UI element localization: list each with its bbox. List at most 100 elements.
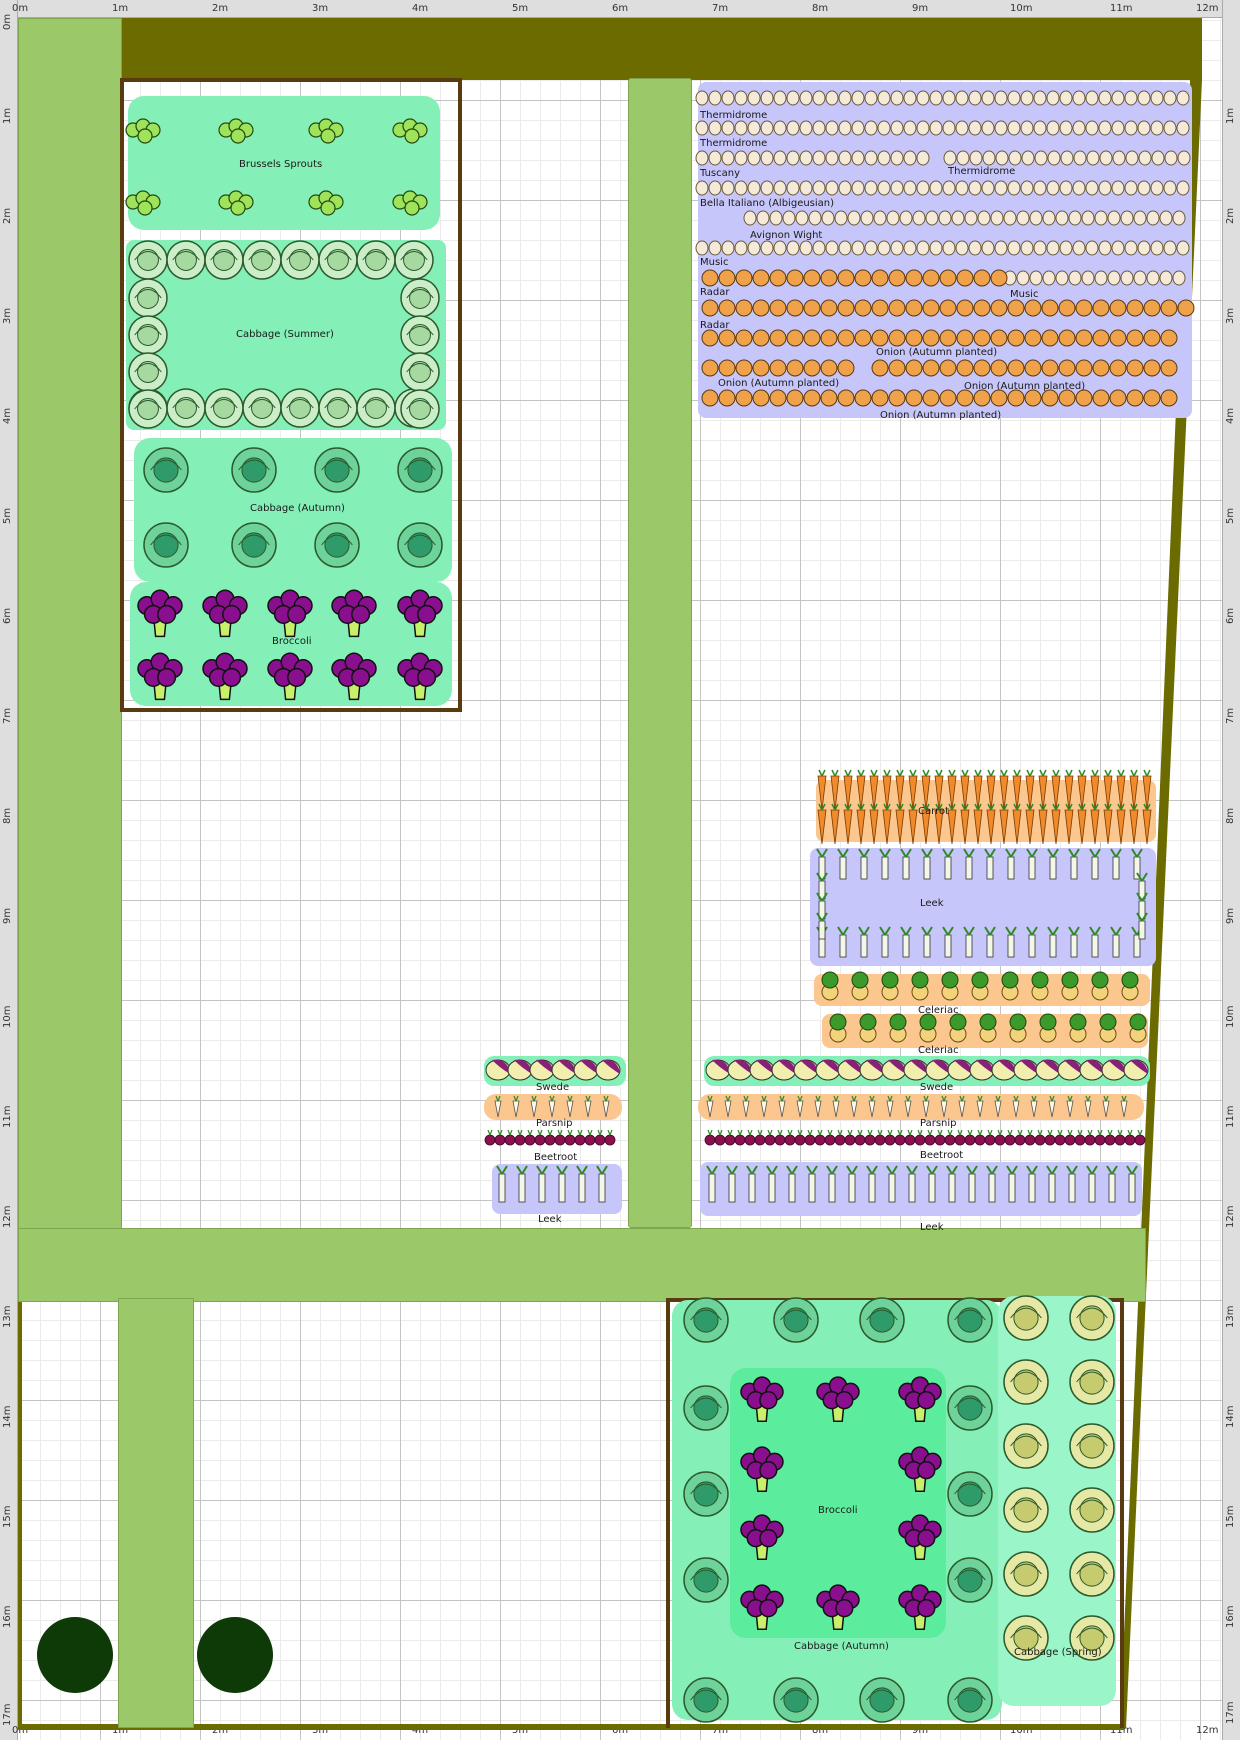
carrot-icon — [960, 803, 970, 845]
parsnip-icon — [706, 1095, 714, 1118]
broccoli-icon — [202, 589, 248, 638]
beetroot-icon — [804, 1129, 816, 1146]
garlic-icon — [743, 210, 757, 226]
garlic-icon — [890, 90, 904, 106]
garlic-icon — [812, 120, 826, 136]
parsnip-icon — [494, 1095, 502, 1118]
cabbage-icon — [204, 240, 244, 280]
beetroot-icon — [934, 1129, 946, 1146]
carrot-icon — [986, 803, 996, 845]
garlic-icon — [773, 180, 787, 196]
cabbage-icon — [397, 522, 443, 568]
onion-icon — [1143, 329, 1161, 347]
onion-icon — [871, 329, 889, 347]
leek-icon — [906, 1165, 918, 1203]
cabbage-icon — [394, 240, 434, 280]
onion-icon — [1058, 359, 1076, 377]
swede-icon — [507, 1059, 533, 1081]
carrot-icon — [1090, 803, 1100, 845]
garlic-icon — [1137, 240, 1151, 256]
cabbage-icon — [859, 1297, 905, 1343]
onion-icon — [922, 359, 940, 377]
garlic-icon — [812, 180, 826, 196]
garlic-icon — [1177, 150, 1191, 166]
onion-icon — [973, 299, 991, 317]
garlic-icon — [1150, 90, 1164, 106]
beetroot-icon — [974, 1129, 986, 1146]
onion-icon — [1092, 389, 1110, 407]
beetroot-icon — [554, 1129, 566, 1146]
garlic-icon — [1150, 120, 1164, 136]
swede-icon — [573, 1059, 599, 1081]
garlic-icon — [773, 240, 787, 256]
beetroot-icon — [1014, 1129, 1026, 1146]
carrot-icon — [1051, 803, 1061, 845]
garlic-icon — [1176, 90, 1190, 106]
garlic-icon — [981, 120, 995, 136]
garlic-icon — [708, 90, 722, 106]
onion-icon — [769, 329, 787, 347]
carrot-icon — [843, 803, 853, 845]
garlic-icon — [695, 120, 709, 136]
garlic-icon — [1107, 210, 1121, 226]
celeriac-icon — [1001, 971, 1019, 1001]
onion-icon — [1092, 299, 1110, 317]
carrot-icon — [1012, 803, 1022, 845]
swede-icon — [749, 1059, 775, 1081]
onion-icon — [888, 299, 906, 317]
brussels-sprout-icon — [392, 118, 428, 144]
onion-icon — [888, 329, 906, 347]
garlic-icon — [838, 120, 852, 136]
label-onion-row: Onion (Autumn planted) — [718, 378, 840, 389]
onion-icon — [888, 389, 906, 407]
parsnip-icon — [778, 1095, 786, 1118]
garlic-icon — [760, 180, 774, 196]
garlic-icon — [1008, 150, 1022, 166]
garlic-icon — [734, 120, 748, 136]
garlic-icon — [747, 180, 761, 196]
carrot-icon — [856, 803, 866, 845]
label-parsnip-left: Parsnip — [536, 1118, 573, 1129]
onion-icon — [735, 359, 753, 377]
garlic-icon — [981, 240, 995, 256]
onion-icon — [820, 389, 838, 407]
onion-icon — [939, 329, 957, 347]
onion-icon — [990, 359, 1008, 377]
onion-icon — [922, 389, 940, 407]
garlic-icon — [956, 150, 970, 166]
cabbage-icon — [683, 1471, 729, 1517]
garlic-icon — [877, 150, 891, 166]
garlic-icon — [943, 150, 957, 166]
onion-icon — [786, 269, 804, 287]
garlic-icon — [1003, 210, 1017, 226]
leek-icon — [942, 926, 954, 958]
carrot-icon — [947, 803, 957, 845]
garlic-icon — [929, 180, 943, 196]
onion-icon — [837, 299, 855, 317]
onion-icon — [701, 269, 719, 287]
cabbage-icon — [231, 447, 277, 493]
garlic-icon — [773, 90, 787, 106]
celeriac-icon — [1069, 1013, 1087, 1043]
onion-icon — [922, 329, 940, 347]
leek-icon — [1126, 1165, 1138, 1203]
celeriac-icon — [1121, 971, 1139, 1001]
onion-icon — [769, 269, 787, 287]
garlic-icon — [786, 90, 800, 106]
leek-icon — [596, 1165, 608, 1203]
onion-icon — [718, 329, 736, 347]
onion-icon — [1126, 389, 1144, 407]
beetroot-icon — [854, 1129, 866, 1146]
parsnip-icon — [1120, 1095, 1128, 1118]
cabbage-icon — [683, 1297, 729, 1343]
brussels-sprout-icon — [392, 190, 428, 216]
label-broccoli-bottom: Broccoli — [818, 1505, 858, 1516]
garlic-icon — [916, 240, 930, 256]
label-celeriac: Celeriac — [918, 1045, 959, 1056]
beetroot-icon — [594, 1129, 606, 1146]
leek-icon — [858, 926, 870, 958]
garlic-icon — [1046, 90, 1060, 106]
beetroot-icon — [1004, 1129, 1016, 1146]
parsnip-icon — [530, 1095, 538, 1118]
leek-icon — [879, 848, 891, 880]
